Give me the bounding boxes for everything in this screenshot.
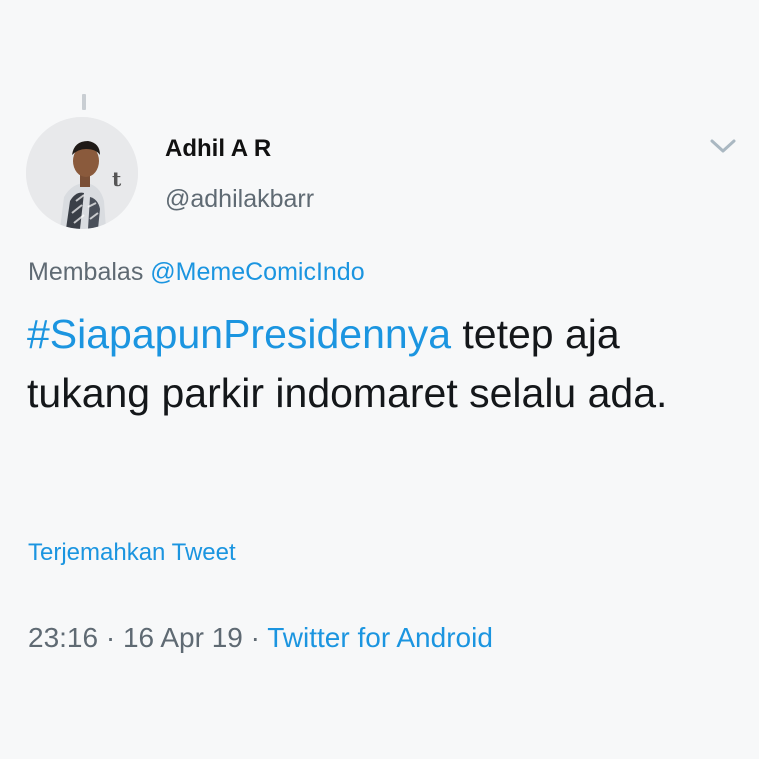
meta-separator: · [105,622,116,653]
meta-separator: · [250,622,260,653]
reply-context: Membalas @MemeComicIndo [28,258,365,287]
tweet-menu-button[interactable] [706,134,740,158]
reply-prefix: Membalas [28,258,144,286]
author-display-name[interactable]: Adhil A R [165,135,271,163]
tweet-source-link[interactable]: Twitter for Android [267,622,493,653]
author-handle[interactable]: @adhilakbarr [165,185,314,214]
chevron-down-icon [710,139,736,153]
reply-mention-link[interactable]: @MemeComicIndo [150,258,364,286]
tweet-date[interactable]: 16 Apr 19 [123,622,243,653]
translate-tweet-link[interactable]: Terjemahkan Tweet [28,539,236,567]
hashtag-link[interactable]: #SiapapunPresidennya [27,311,451,357]
avatar[interactable]: t [26,117,138,229]
tweet-metadata: 23:16 · 16 Apr 19 · Twitter for Android [28,622,493,654]
thread-connector-line [82,94,86,110]
avatar-letter: t [112,167,122,191]
tweet-text: #SiapapunPresidennya tetep aja tukang pa… [27,305,727,423]
tweet-time[interactable]: 23:16 [28,622,98,653]
